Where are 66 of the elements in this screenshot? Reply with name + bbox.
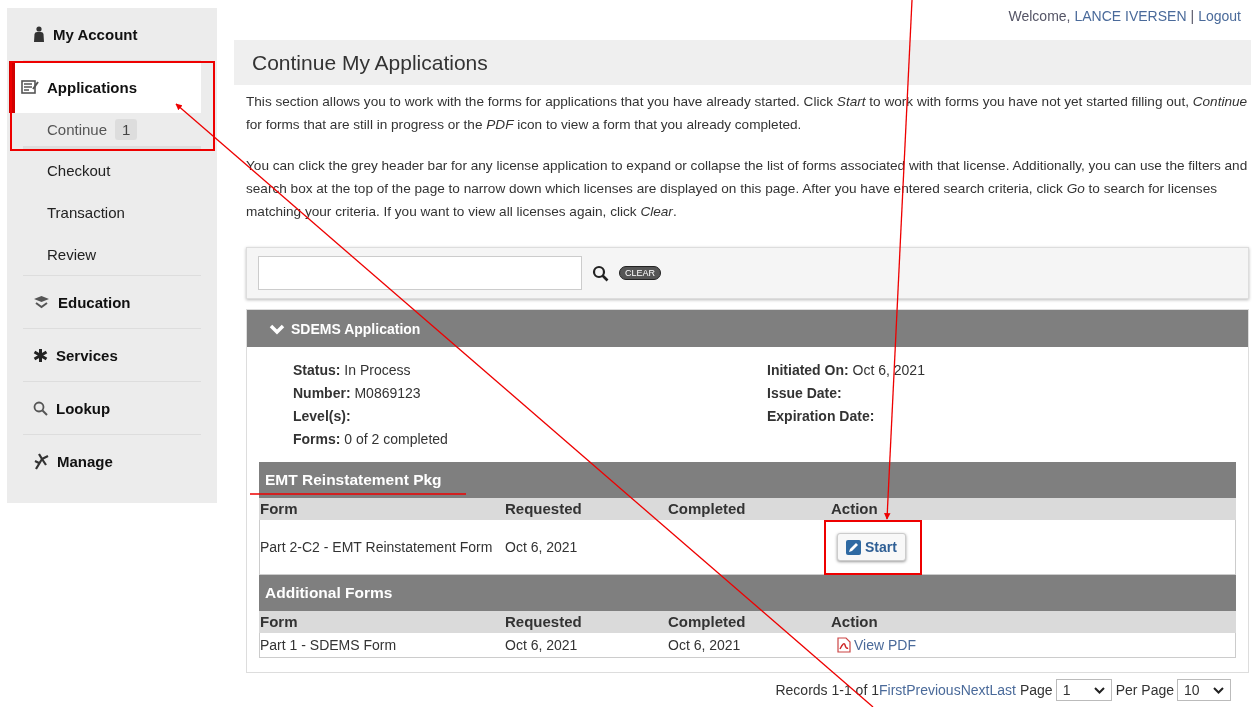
pdf-file-icon[interactable] — [837, 637, 851, 653]
table-cell-text: Part 1 - SDEMS Form — [260, 636, 398, 655]
column-header: Requested — [505, 501, 583, 517]
dropdown-caret-icon — [1093, 686, 1105, 694]
sidebar-item[interactable]: Services — [23, 329, 201, 381]
page-select[interactable]: 1 — [1055, 679, 1112, 701]
pagination-link[interactable]: First — [878, 682, 907, 698]
detail-text: Level(s): — [293, 407, 352, 426]
user-name-link[interactable]: LANCE IVERSEN — [1074, 8, 1187, 32]
wrench-icon — [33, 452, 49, 470]
pagination-link[interactable]: Previous — [906, 682, 961, 698]
column-header: Action — [831, 614, 879, 630]
pagination-link[interactable]: Next — [960, 682, 990, 698]
column-header: Completed — [668, 501, 747, 517]
sidebar-item[interactable]: My Account — [23, 8, 201, 60]
count-badge: 1 — [115, 119, 138, 140]
graduation-cap-icon — [33, 295, 50, 309]
application-header-bar[interactable]: SDEMS Application — [247, 310, 1248, 347]
table-cell-text: Part 2-C2 - EMT Reinstatement Form — [260, 538, 494, 557]
sidebar-subitem-label: Continue — [47, 121, 108, 138]
group-title: Additional Forms — [265, 585, 393, 601]
pagination-link[interactable]: Last — [989, 682, 1016, 698]
pencil-icon — [846, 539, 861, 555]
detail-text: Number: M0869123 — [293, 384, 422, 403]
sidebar-item[interactable]: Manage — [23, 435, 201, 487]
asterisk-icon — [33, 347, 48, 363]
view-pdf-link[interactable]: View PDF — [854, 634, 916, 656]
detail-text: Forms: 0 of 2 completed — [293, 430, 449, 449]
search-icon[interactable] — [592, 264, 609, 282]
column-header: Form — [260, 614, 299, 630]
per-page-select[interactable]: 10 — [1177, 679, 1231, 701]
chevron-icon — [269, 322, 285, 335]
sidebar-subitem-label: Review — [47, 245, 97, 263]
page-title: Continue My Applications — [234, 40, 1251, 85]
detail-text: Expiration Date: — [767, 407, 876, 426]
column-header: Form — [260, 501, 299, 517]
table-cell-text: Oct 6, 2021 — [505, 636, 579, 655]
form-icon — [21, 79, 39, 95]
table-cell-text: Oct 6, 2021 — [505, 538, 579, 557]
clear-button[interactable]: CLEAR — [619, 266, 661, 280]
start-button[interactable]: Start — [837, 533, 906, 561]
person-icon — [33, 26, 45, 42]
column-header: Completed — [668, 614, 747, 630]
sidebar-item[interactable]: Lookup — [23, 382, 201, 434]
sidebar-subitem[interactable]: Review — [23, 233, 201, 275]
column-header: Action — [831, 501, 879, 517]
sidebar-subitem[interactable]: Transaction — [23, 191, 201, 233]
sidebar-item[interactable]: Education — [23, 276, 201, 328]
logout-link[interactable]: Logout — [1198, 8, 1241, 32]
table-cell-text: Oct 6, 2021 — [668, 636, 742, 655]
per-page-label: Per Page — [1115, 682, 1174, 698]
sidebar-item[interactable]: Applications — [9, 61, 201, 113]
group-title: EMT Reinstatement Pkg — [265, 472, 442, 488]
column-header: Requested — [505, 614, 583, 630]
search-icon — [33, 400, 48, 416]
search-field[interactable] — [258, 256, 582, 290]
separator-text: | — [1190, 8, 1195, 26]
dropdown-caret-icon — [1213, 686, 1224, 694]
sidebar-subitem-label: Transaction — [47, 203, 125, 221]
welcome-text: Welcome, — [1008, 8, 1071, 26]
detail-text: Issue Date: — [767, 384, 843, 403]
page-label: Page — [1019, 682, 1053, 698]
sidebar-subitem-label: Checkout — [47, 161, 111, 179]
detail-text: Status: In Process — [293, 361, 412, 380]
sidebar-subitem[interactable]: Checkout — [23, 149, 201, 191]
sidebar-subitem[interactable]: Continue 1 — [23, 113, 201, 149]
